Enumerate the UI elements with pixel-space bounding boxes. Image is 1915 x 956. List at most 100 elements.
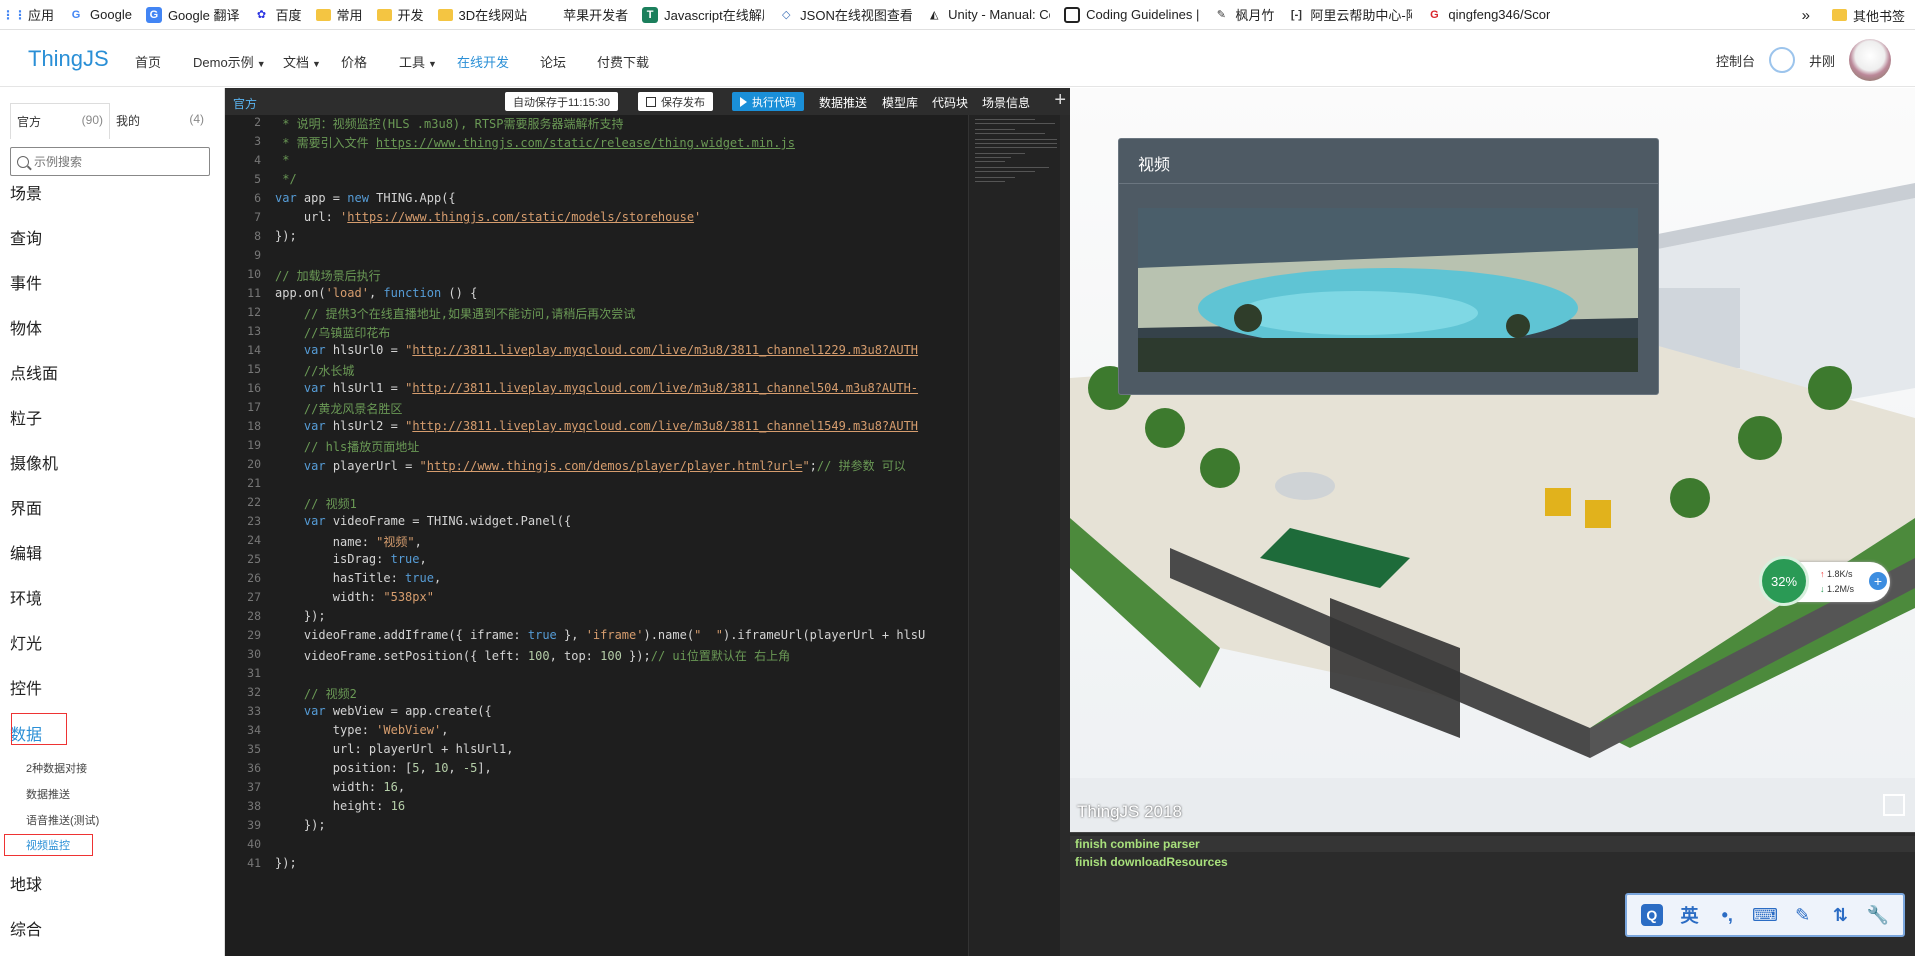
fullscreen-icon[interactable] <box>1883 794 1905 816</box>
minimap-line <box>975 181 1005 182</box>
category-light[interactable]: 灯光 <box>10 630 42 654</box>
caret-down-icon: ▼ <box>428 59 437 69</box>
bookmark-unity[interactable]: ◭ Unity - Manual: Cor <box>926 7 1050 23</box>
tab-mine[interactable]: 我的 (4) <box>110 103 210 139</box>
search-box[interactable] <box>10 147 210 176</box>
plus-icon[interactable]: + <box>1054 90 1066 110</box>
category-control[interactable]: 控件 <box>10 675 42 699</box>
bookmark-label: Unity - Manual: Cor <box>948 7 1051 22</box>
line-number: 27 <box>247 590 261 604</box>
bookmark-baidu[interactable]: ✿ 百度 <box>253 5 302 24</box>
user-icon[interactable] <box>1768 47 1795 73</box>
baidu-icon: ✿ <box>256 9 267 21</box>
line-number: 21 <box>247 476 261 490</box>
other-bookmarks[interactable]: 其他书签 <box>1853 6 1905 25</box>
keyboard-icon[interactable]: ⌨ <box>1752 904 1778 926</box>
ime-logo-icon[interactable]: Q <box>1640 904 1663 926</box>
bookmark-javascript[interactable]: T Javascript在线解压缩 <box>642 5 764 24</box>
bookmark-github[interactable]: G qingfeng346/Scorp <box>1426 7 1550 23</box>
category-point-line-face[interactable]: 点线面 <box>10 360 58 384</box>
bookmark-apps[interactable]: ⋮⋮ 应用 <box>2 5 54 24</box>
sub-item-voice-push[interactable]: 语音推送(测试) <box>26 812 99 828</box>
category-query[interactable]: 查询 <box>10 225 42 249</box>
nav-docs[interactable]: 文档 ▼ <box>283 52 321 71</box>
category-globe[interactable]: 地球 <box>10 871 42 895</box>
nav-paid-download[interactable]: 付费下载 <box>597 52 649 71</box>
sub-item-data-docking[interactable]: 2种数据对接 <box>26 760 87 776</box>
bookmark-folder-dev[interactable]: 开发 <box>376 5 424 24</box>
category-object[interactable]: 物体 <box>10 315 42 339</box>
network-speed-widget[interactable]: 32% ↑ 1.8K/s ↓ 1.2M/s + <box>1759 556 1890 606</box>
bookmark-coding-guidelines[interactable]: Coding Guidelines | <box>1064 6 1199 23</box>
bookmarks-more-button[interactable]: » <box>1802 7 1810 24</box>
line-number: 20 <box>247 457 261 471</box>
bookmark-google[interactable]: G Google <box>68 7 132 23</box>
handwriting-icon[interactable]: ✎ <box>1792 904 1814 926</box>
category-scene[interactable]: 场景 <box>10 180 42 204</box>
bookmark-folder-3d[interactable]: 3D在线网站 <box>437 5 527 24</box>
scene-viewer[interactable]: 视频 32% ↑ 1.8K/s ↓ 1.2M/s + ThingJS 2018 <box>1070 88 1915 832</box>
nav-online-dev[interactable]: 在线开发 <box>457 52 509 71</box>
minimap-line <box>975 143 1057 144</box>
punctuation-icon[interactable]: •, <box>1716 904 1738 926</box>
bookmark-folder-common[interactable]: 常用 <box>315 5 363 24</box>
run-code-button[interactable]: 执行代码 <box>732 92 804 111</box>
sub-item-data-push[interactable]: 数据推送 <box>26 786 70 802</box>
bookmark-json[interactable]: ◇ JSON在线视图查看器 <box>778 5 912 24</box>
nav-label: 文档 <box>283 55 310 70</box>
code-line: * <box>275 153 290 167</box>
tab-label: 官方 <box>17 115 42 129</box>
bookmark-google-translate[interactable]: G Google 翻译 <box>145 5 239 24</box>
category-camera[interactable]: 摄像机 <box>10 450 58 474</box>
avatar[interactable] <box>1849 39 1891 81</box>
line-number: 6 <box>254 191 261 205</box>
logo[interactable]: ThingJS <box>28 46 109 72</box>
tool-data-push[interactable]: 数据推送 <box>819 94 867 111</box>
search-input[interactable] <box>34 154 204 169</box>
nav-forum[interactable]: 论坛 <box>540 52 566 71</box>
nav-home[interactable]: 首页 <box>135 52 161 71</box>
editor-scrollbar[interactable] <box>1060 115 1070 956</box>
nav-label: 在线开发 <box>457 55 510 70</box>
code-area[interactable]: * 说明：视频监控(HLS .m3u8), RTSP需要服务器端解析支持 * 需… <box>275 115 957 956</box>
code-line: isDrag: true, <box>275 552 427 566</box>
category-particle[interactable]: 粒子 <box>10 405 42 429</box>
tool-code-snippets[interactable]: 代码块 <box>932 94 968 111</box>
tab-official[interactable]: 官方 (90) <box>10 103 110 139</box>
video-tree <box>1234 304 1262 332</box>
nav-label: 付费下载 <box>597 55 650 70</box>
minimap-line <box>975 123 1055 124</box>
nav-demo[interactable]: Demo示例 ▼ <box>193 52 266 71</box>
code-minimap[interactable] <box>968 115 1060 956</box>
bookmark-label: qingfeng346/Scorp <box>1448 7 1551 22</box>
settings-wrench-icon[interactable]: 🔧 <box>1867 904 1889 926</box>
bookmark-fengyuezhu[interactable]: ✎ 枫月竹 <box>1213 5 1275 24</box>
code-line: var webView = app.create({ <box>303 704 492 718</box>
category-environment[interactable]: 环境 <box>10 585 42 609</box>
bookmark-apple-dev[interactable]: 苹果开发者 <box>541 5 628 24</box>
autosave-status: 自动保存于11:15:30 <box>505 92 619 111</box>
bookmarks-bar: ⋮⋮ 应用 G Google G Google 翻译 ✿ 百度 常用 开发 3D… <box>0 0 1915 30</box>
plus-icon[interactable]: + <box>1869 572 1887 590</box>
video-panel[interactable]: 视频 <box>1118 138 1659 395</box>
nav-label: 工具 <box>399 55 426 70</box>
tool-scene-info[interactable]: 场景信息 <box>982 94 1030 111</box>
category-ui[interactable]: 界面 <box>10 495 42 519</box>
console-link[interactable]: 控制台 <box>1716 51 1755 70</box>
code-line: }); <box>275 818 326 832</box>
category-edit[interactable]: 编辑 <box>10 540 42 564</box>
username[interactable]: 井刚 <box>1809 51 1835 70</box>
video-frame[interactable] <box>1138 208 1638 372</box>
tool-model-library[interactable]: 模型库 <box>882 94 918 111</box>
category-comprehensive[interactable]: 综合 <box>10 916 42 940</box>
save-publish-button[interactable]: 保存发布 <box>638 92 713 111</box>
minimap-line <box>975 167 1049 168</box>
line-number: 35 <box>247 742 261 756</box>
toolbox-icon[interactable]: ⇅ <box>1829 904 1851 926</box>
nav-tools[interactable]: 工具 ▼ <box>399 52 437 71</box>
nav-price[interactable]: 价格 <box>341 52 367 71</box>
bookmark-aliyun[interactable]: [-] 阿里云帮助中心-阿里 <box>1288 5 1413 24</box>
ime-language-toggle[interactable]: 英 <box>1679 904 1701 926</box>
highlight-box <box>4 834 93 856</box>
category-event[interactable]: 事件 <box>10 270 42 294</box>
